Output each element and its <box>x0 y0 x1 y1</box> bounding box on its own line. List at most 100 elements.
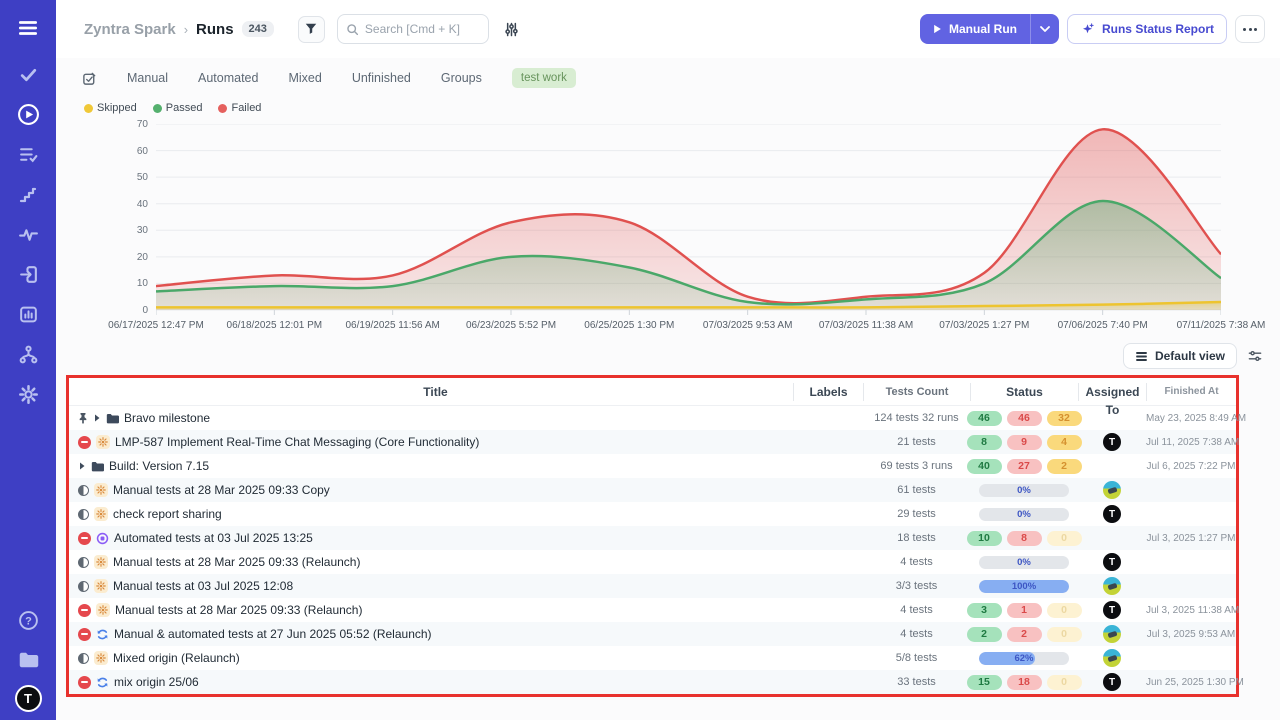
run-title[interactable]: Automated tests at 03 Jul 2025 13:25 <box>114 531 313 545</box>
status-failed-icon <box>78 532 91 545</box>
expand-chevron-icon[interactable] <box>78 462 86 470</box>
column-header-title[interactable]: Title <box>69 383 793 401</box>
manual-run-type-icon <box>96 435 110 449</box>
sign-in-icon[interactable] <box>0 254 56 294</box>
tab-mixed[interactable]: Mixed <box>288 71 321 85</box>
manual-run-button[interactable]: Manual Run <box>920 22 1030 36</box>
x-axis-tick-label: 07/06/2025 7:40 PM <box>1058 320 1148 331</box>
help-icon[interactable]: ? <box>0 600 56 640</box>
status-failed-icon <box>78 676 91 689</box>
search-box[interactable] <box>337 14 489 44</box>
milestones-icon[interactable] <box>0 174 56 214</box>
table-row[interactable]: check report sharing29 tests0%T <box>69 502 1236 526</box>
run-title[interactable]: Mixed origin (Relaunch) <box>113 651 240 665</box>
column-header-tests-count[interactable]: Tests Count <box>863 383 970 401</box>
cell-assigned-to <box>1078 577 1146 595</box>
assignee-avatar[interactable] <box>1103 649 1121 667</box>
assignee-avatar[interactable]: T <box>1103 601 1121 619</box>
table-row[interactable]: Automated tests at 03 Jul 2025 13:2518 t… <box>69 526 1236 550</box>
table-row[interactable]: mix origin 25/0633 tests15180TJun 25, 20… <box>69 670 1236 694</box>
failed-count-badge: 27 <box>1007 459 1042 474</box>
breadcrumb-project[interactable]: Zyntra Spark <box>84 21 176 38</box>
table-row[interactable]: LMP-587 Implement Real-Time Chat Messagi… <box>69 430 1236 454</box>
cell-tests-count: 5/8 tests <box>863 652 970 664</box>
default-view-label: Default view <box>1155 349 1225 363</box>
table-row[interactable]: Manual tests at 03 Jul 2025 12:083/3 tes… <box>69 574 1236 598</box>
defects-icon[interactable] <box>0 214 56 254</box>
manual-run-split-button: Manual Run <box>920 14 1059 44</box>
run-title[interactable]: Manual tests at 28 Mar 2025 09:33 Copy <box>113 483 330 497</box>
legend-label: Passed <box>166 102 203 114</box>
tab-manual[interactable]: Manual <box>127 71 168 85</box>
integrations-icon[interactable] <box>0 334 56 374</box>
table-row[interactable]: Build: Version 7.1569 tests 3 runs40272J… <box>69 454 1236 478</box>
assignee-avatar[interactable] <box>1103 481 1121 499</box>
legend-item-failed[interactable]: Failed <box>218 102 261 114</box>
more-options-button[interactable] <box>1235 15 1265 43</box>
cell-title: Automated tests at 03 Jul 2025 13:25 <box>69 531 793 545</box>
run-title[interactable]: Manual tests at 28 Mar 2025 09:33 (Relau… <box>113 555 360 569</box>
select-runs-icon[interactable] <box>82 71 97 86</box>
legend-item-passed[interactable]: Passed <box>153 102 203 114</box>
passed-count-badge: 40 <box>967 459 1002 474</box>
assignee-avatar[interactable]: T <box>1103 433 1121 451</box>
svg-text:?: ? <box>25 615 32 627</box>
settings-icon[interactable] <box>0 374 56 414</box>
default-view-button[interactable]: Default view <box>1123 343 1237 369</box>
table-row[interactable]: Bravo milestone124 tests 32 runs464632Ma… <box>69 406 1236 430</box>
manual-run-dropdown-button[interactable] <box>1031 26 1059 33</box>
run-title[interactable]: mix origin 25/06 <box>114 675 199 689</box>
tab-groups[interactable]: Groups <box>441 71 482 85</box>
legend-item-skipped[interactable]: Skipped <box>84 102 137 114</box>
play-icon <box>933 24 942 34</box>
assignee-avatar[interactable]: T <box>1103 673 1121 691</box>
cell-status: 1080 <box>970 531 1078 546</box>
run-title[interactable]: Bravo milestone <box>124 411 210 425</box>
run-title[interactable]: Build: Version 7.15 <box>109 459 209 473</box>
filter-button[interactable] <box>298 16 325 43</box>
shared-steps-icon[interactable] <box>0 134 56 174</box>
run-title[interactable]: Manual tests at 28 Mar 2025 09:33 (Relau… <box>115 603 362 617</box>
topbar: Zyntra Spark › Runs 243 Manual Run <box>56 0 1280 58</box>
cell-assigned-to <box>1078 481 1146 499</box>
assignee-avatar[interactable] <box>1103 577 1121 595</box>
run-title[interactable]: LMP-587 Implement Real-Time Chat Messagi… <box>115 435 479 449</box>
tab-automated[interactable]: Automated <box>198 71 258 85</box>
assignee-avatar[interactable]: T <box>1103 553 1121 571</box>
menu-icon[interactable] <box>0 8 56 48</box>
tab-unfinished[interactable]: Unfinished <box>352 71 411 85</box>
run-title[interactable]: check report sharing <box>113 507 222 521</box>
y-axis-tick-label: 20 <box>122 252 148 263</box>
y-axis-tick-label: 0 <box>122 305 148 316</box>
run-title[interactable]: Manual & automated tests at 27 Jun 2025 … <box>114 627 432 641</box>
filter-chip-test-work[interactable]: test work <box>512 68 576 88</box>
column-header-labels[interactable]: Labels <box>793 383 863 401</box>
search-settings-icon[interactable] <box>503 21 520 38</box>
user-avatar[interactable]: T <box>0 680 56 720</box>
passed-count-badge: 2 <box>967 627 1002 642</box>
cell-title: Manual & automated tests at 27 Jun 2025 … <box>69 627 793 641</box>
table-row[interactable]: Manual tests at 28 Mar 2025 09:33 Copy61… <box>69 478 1236 502</box>
table-settings-icon[interactable] <box>1247 348 1263 364</box>
table-row[interactable]: Manual & automated tests at 27 Jun 2025 … <box>69 622 1236 646</box>
cell-assigned-to: T <box>1078 553 1146 571</box>
projects-icon[interactable] <box>0 640 56 680</box>
expand-chevron-icon[interactable] <box>93 414 101 422</box>
test-cases-icon[interactable] <box>0 54 56 94</box>
search-input[interactable] <box>365 22 475 36</box>
status-badges: 1080 <box>967 531 1082 546</box>
runs-icon[interactable] <box>0 94 56 134</box>
column-header-status[interactable]: Status <box>970 383 1078 401</box>
column-header-finished-at[interactable]: Finished At <box>1146 383 1236 401</box>
progress-bar: 0% <box>979 556 1069 569</box>
assignee-avatar[interactable]: T <box>1103 505 1121 523</box>
breadcrumb-separator-icon: › <box>184 22 188 37</box>
table-row[interactable]: Manual tests at 28 Mar 2025 09:33 (Relau… <box>69 550 1236 574</box>
assignee-avatar[interactable] <box>1103 625 1121 643</box>
runs-status-report-button[interactable]: Runs Status Report <box>1067 14 1227 44</box>
reports-icon[interactable] <box>0 294 56 334</box>
table-row[interactable]: Mixed origin (Relaunch)5/8 tests62% <box>69 646 1236 670</box>
table-row[interactable]: Manual tests at 28 Mar 2025 09:33 (Relau… <box>69 598 1236 622</box>
column-header-assigned-to[interactable]: Assigned To <box>1078 383 1146 401</box>
run-title[interactable]: Manual tests at 03 Jul 2025 12:08 <box>113 579 293 593</box>
